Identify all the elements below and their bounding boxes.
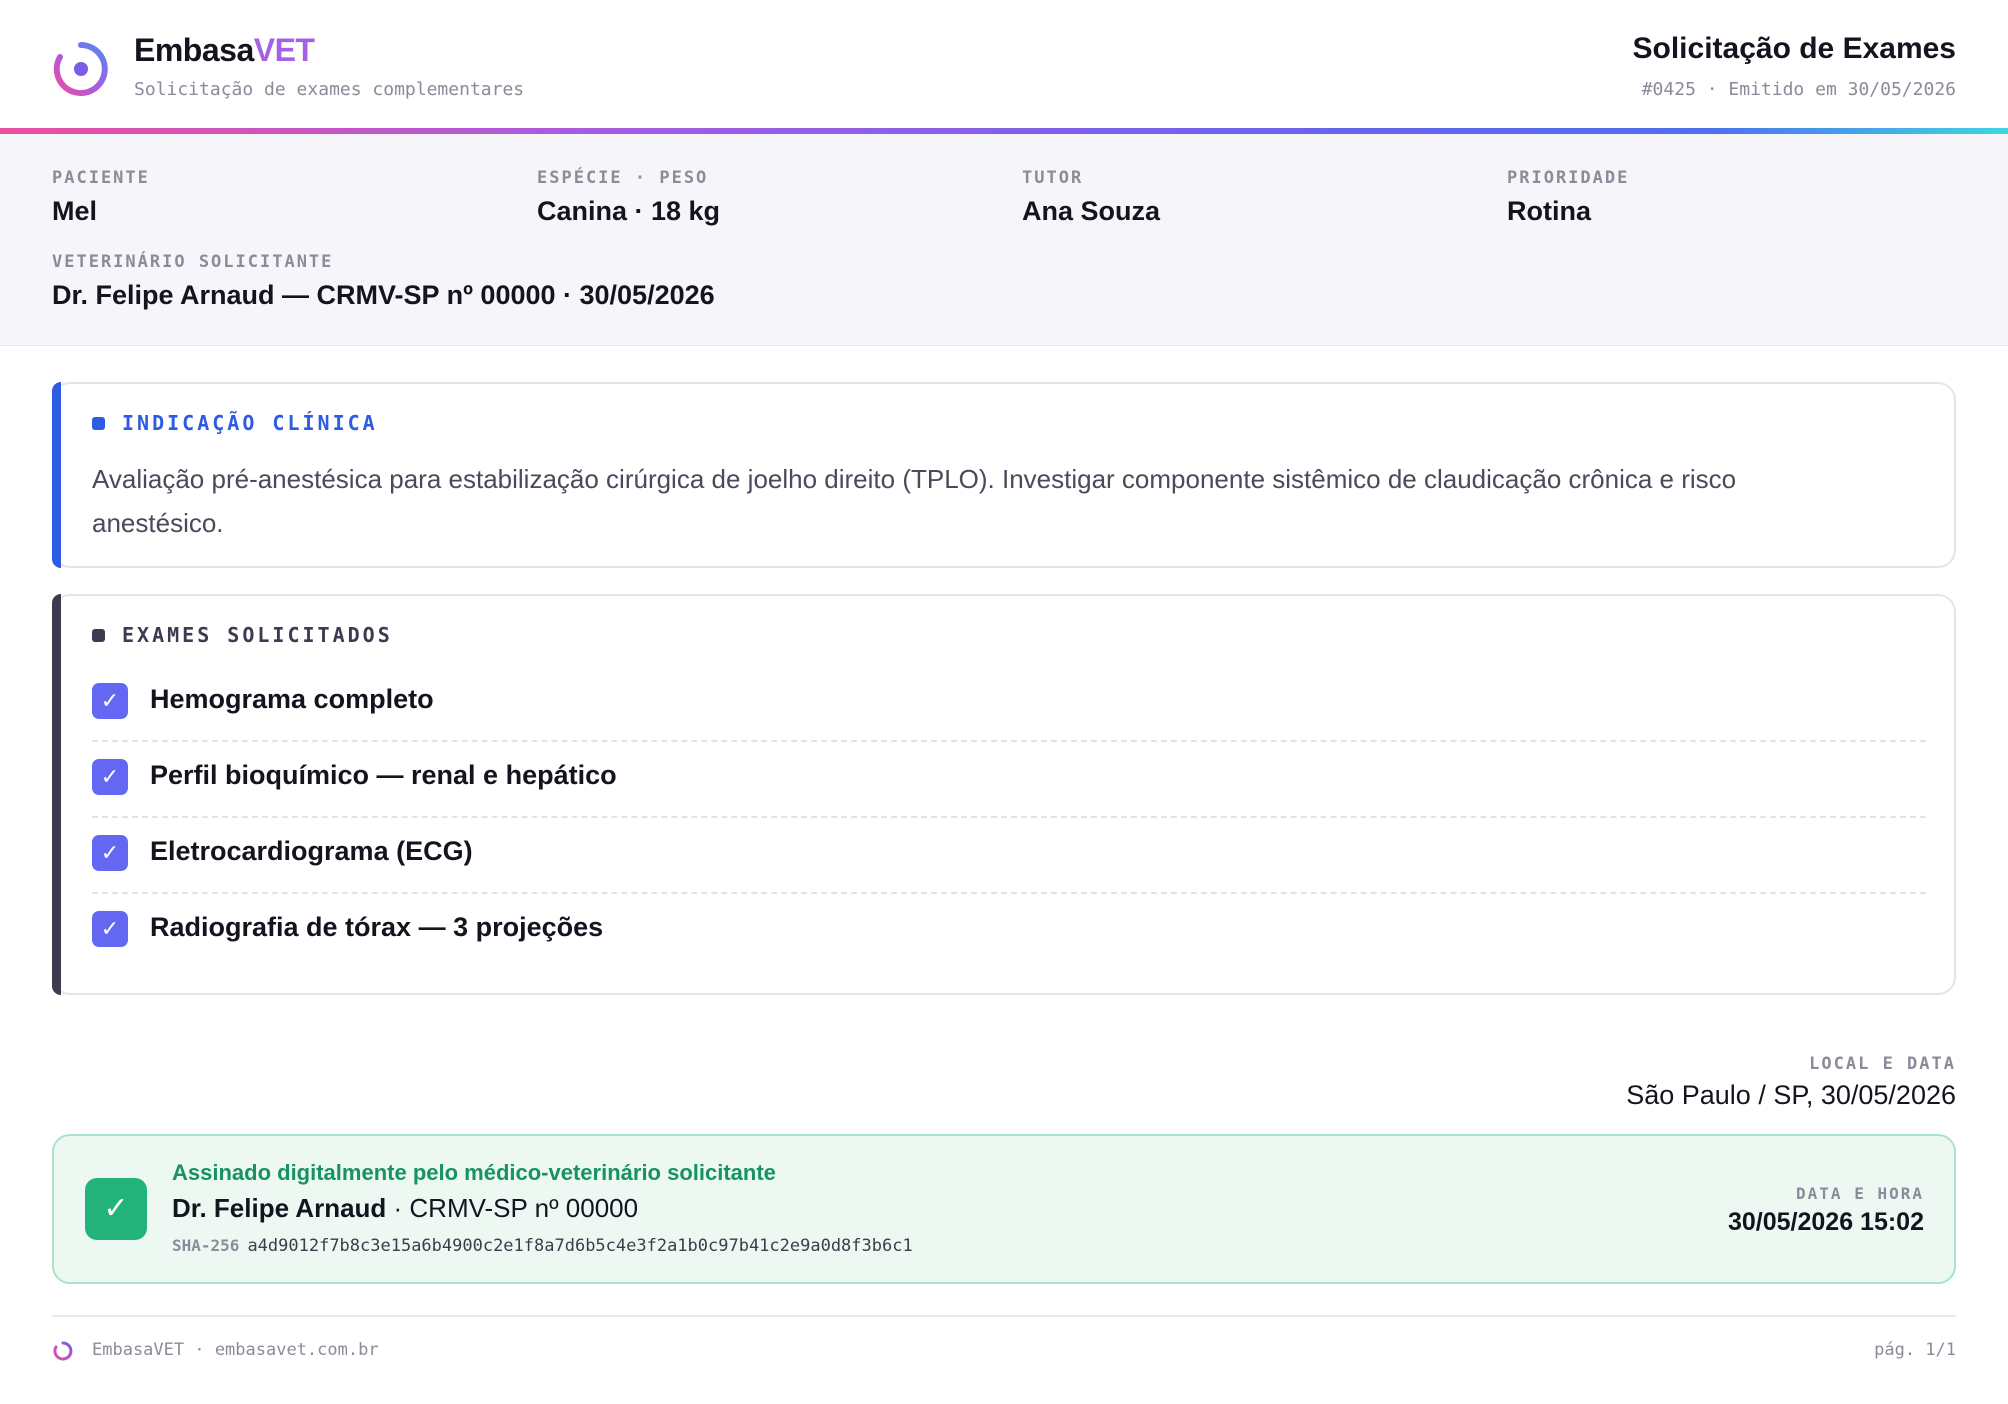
- exam-item: ✓ Perfil bioquímico — renal e hepático: [92, 742, 1926, 818]
- signature-hash: SHA-256 a4d9012f7b8c3e15a6b4900c2e1f8a7d6…: [172, 1236, 913, 1256]
- document-meta: #0425 · Emitido em 30/05/2026: [1641, 79, 1956, 100]
- signature-check-icon: ✓: [85, 1178, 147, 1240]
- species-weight-value: Canina · 18 kg: [537, 196, 721, 226]
- exam-item: ✓ Eletrocardiograma (ECG): [92, 818, 1926, 894]
- check-icon: ✓: [92, 835, 128, 871]
- signature-title: Assinado digitalmente pelo médico-veteri…: [172, 1160, 776, 1185]
- requested-exams-card: EXAMES SOLICITADOS ✓ Hemograma completo …: [52, 594, 1956, 995]
- footer-brand-text: EmbasaVET · embasavet.com.br: [92, 1340, 379, 1360]
- ring-logo-icon: [53, 42, 108, 96]
- footer-logo-icon: [53, 1341, 73, 1361]
- signature-datetime-value: 30/05/2026 15:02: [1727, 1208, 1924, 1236]
- tutor-value: Ana Souza: [1022, 196, 1161, 226]
- section-marker-icon: [92, 417, 105, 430]
- tutor-label: TUTOR: [1022, 168, 1084, 188]
- check-icon: ✓: [92, 759, 128, 795]
- check-icon: ✓: [92, 911, 128, 947]
- footer-divider: [52, 1315, 1956, 1317]
- signer-name: Dr. Felipe Arnaud · CRMV-SP nº 00000: [172, 1193, 639, 1223]
- vet-label: VETERINÁRIO SOLICITANTE: [52, 252, 334, 272]
- check-icon: ✓: [92, 683, 128, 719]
- clinical-indication-text: Avaliação pré-anestésica para estabiliza…: [92, 464, 1737, 538]
- brand-subtitle: Solicitação de exames complementares: [134, 79, 525, 100]
- clinical-indication-card: INDICAÇÃO CLÍNICA Avaliação pré-anestési…: [52, 382, 1956, 568]
- priority-value: Rotina: [1507, 196, 1591, 226]
- priority-label: PRIORIDADE: [1507, 168, 1630, 188]
- location-date-label: LOCAL E DATA: [1809, 1054, 1956, 1074]
- clinical-indication-title: INDICAÇÃO CLÍNICA: [122, 411, 378, 435]
- requested-exams-title: EXAMES SOLICITADOS: [122, 623, 393, 647]
- species-weight-label: ESPÉCIE · PESO: [537, 168, 709, 188]
- patient-label: PACIENTE: [52, 168, 150, 188]
- page-number: pág. 1/1: [1874, 1340, 1956, 1360]
- exam-label: Eletrocardiograma (ECG): [150, 836, 473, 866]
- brand-name: EmbasaVET: [134, 32, 315, 68]
- exam-label: Perfil bioquímico — renal e hepático: [150, 760, 617, 790]
- patient-info-panel: PACIENTE Mel ESPÉCIE · PESO Canina · 18 …: [0, 134, 2008, 346]
- exam-request-document: EmbasaVET Solicitação de exames compleme…: [0, 0, 2008, 1404]
- vet-value: Dr. Felipe Arnaud — CRMV-SP nº 00000 · 3…: [52, 280, 715, 310]
- section-marker-icon: [92, 629, 105, 642]
- document-header: EmbasaVET Solicitação de exames compleme…: [0, 0, 2008, 130]
- exam-item: ✓ Radiografia de tórax — 3 projeções: [92, 894, 1926, 970]
- exam-item: ✓ Hemograma completo: [92, 666, 1926, 742]
- location-date-value: São Paulo / SP, 30/05/2026: [1626, 1080, 1956, 1110]
- signature-datetime-label: DATA E HORA: [1796, 1184, 1924, 1203]
- document-title: Solicitação de Exames: [1632, 32, 1957, 65]
- patient-value: Mel: [52, 196, 98, 226]
- exam-label: Hemograma completo: [150, 684, 434, 714]
- exam-label: Radiografia de tórax — 3 projeções: [150, 912, 604, 942]
- digital-signature-box: ✓ Assinado digitalmente pelo médico-vete…: [52, 1134, 1956, 1284]
